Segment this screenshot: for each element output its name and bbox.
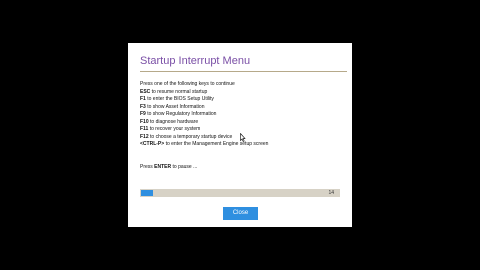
option-f9: F9 to show Regulatory Information — [140, 111, 345, 119]
option-esc: ESC to resume normal startup — [140, 89, 345, 97]
pause-hint: Press ENTER to pause ... — [140, 164, 197, 172]
option-text: to show Asset Information — [147, 103, 205, 110]
option-f10: F10 to diagnose hardware — [140, 119, 345, 127]
option-key: ESC — [140, 88, 151, 95]
option-f1: F1 to enter the BIOS Setup Utility — [140, 96, 345, 104]
option-text: to enter the BIOS Setup Utility — [147, 96, 214, 102]
option-key: F1 — [140, 96, 146, 102]
countdown-progress-bar: 14 — [140, 189, 340, 197]
intro-text: Press one of the following keys to conti… — [140, 81, 235, 87]
option-f3: F3 to show Asset Information — [140, 104, 345, 112]
close-button[interactable]: Close — [223, 207, 258, 220]
option-key: F12 — [140, 133, 149, 140]
title-divider — [140, 71, 347, 72]
option-key: F11 — [140, 126, 149, 132]
option-key: F9 — [140, 111, 146, 117]
pause-suffix: to pause ... — [172, 164, 198, 170]
mouse-pointer-icon — [240, 133, 246, 142]
pause-prefix: Press — [140, 164, 153, 170]
option-ctrl-p: <CTRL-P> to enter the Management Engine … — [140, 141, 345, 149]
option-text: to show Regulatory Information — [147, 111, 217, 117]
dialog-title: Startup Interrupt Menu — [140, 55, 251, 67]
option-key: F10 — [140, 118, 149, 125]
option-text: to recover your system — [149, 126, 201, 132]
countdown-value: 14 — [328, 190, 334, 196]
pause-key: ENTER — [154, 164, 172, 170]
option-text: to enter the Management Engine setup scr… — [165, 141, 269, 147]
option-text: to resume normal startup — [151, 88, 208, 95]
option-key: <CTRL-P> — [140, 141, 165, 147]
option-text: to choose a temporary startup device — [150, 133, 233, 140]
option-text: to diagnose hardware — [150, 118, 199, 125]
progress-fill — [141, 190, 153, 196]
option-key: F3 — [140, 103, 146, 110]
